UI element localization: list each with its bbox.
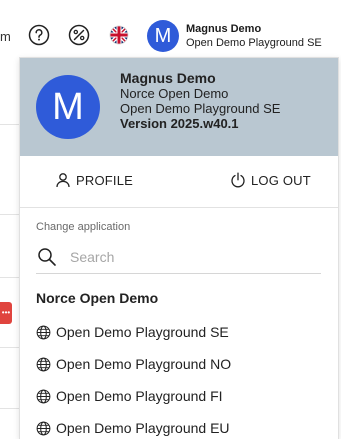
application-item-label: Open Demo Playground FI xyxy=(56,388,223,404)
power-icon xyxy=(231,172,245,188)
application-item[interactable]: Open Demo Playground FI xyxy=(36,380,231,412)
logout-label: LOG OUT xyxy=(251,172,311,188)
globe-icon xyxy=(36,421,51,435)
application-item[interactable]: Open Demo Playground SE xyxy=(36,316,231,348)
search-input[interactable] xyxy=(70,244,310,270)
background-status-chip: ••• xyxy=(0,302,12,324)
globe-icon xyxy=(36,357,51,371)
change-application-label: Change application xyxy=(36,221,131,233)
application-item-label: Open Demo Playground EU xyxy=(56,420,230,436)
application-item[interactable]: Open Demo Playground EU xyxy=(36,412,231,439)
profile-button[interactable]: PROFILE xyxy=(55,172,133,188)
search-icon xyxy=(38,248,56,266)
percent-icon[interactable] xyxy=(68,24,90,46)
panel-user-name: Magnus Demo xyxy=(120,70,216,86)
user-menu-trigger[interactable]: Magnus Demo Open Demo Playground SE xyxy=(186,22,322,50)
user-icon xyxy=(56,173,70,188)
background-divider xyxy=(0,124,20,125)
logout-button[interactable]: LOG OUT xyxy=(230,172,311,188)
truncated-nav-text: m xyxy=(0,29,11,44)
background-divider xyxy=(0,277,20,278)
help-icon[interactable] xyxy=(28,24,50,46)
profile-label: PROFILE xyxy=(76,172,134,188)
panel-actions: PROFILE LOG OUT xyxy=(20,156,338,208)
user-name: Magnus Demo xyxy=(186,23,262,35)
application-item-label: Open Demo Playground SE xyxy=(56,324,229,340)
background-chip-text: ••• xyxy=(1,308,11,317)
panel-avatar: M xyxy=(36,75,100,139)
background-divider xyxy=(0,347,20,348)
panel-user-info: Magnus Demo Norce Open Demo Open Demo Pl… xyxy=(120,70,281,132)
user-company: Open Demo Playground SE xyxy=(186,37,322,49)
panel-organization: Norce Open Demo xyxy=(120,86,229,101)
application-list: Open Demo Playground SE Open Demo Playgr… xyxy=(36,316,231,439)
panel-application: Open Demo Playground SE xyxy=(120,101,281,116)
panel-version: Version 2025.w40.1 xyxy=(120,116,239,131)
panel-header: M Magnus Demo Norce Open Demo Open Demo … xyxy=(20,58,338,156)
application-item-label: Open Demo Playground NO xyxy=(56,356,232,372)
globe-icon xyxy=(36,389,51,403)
uk-flag-icon[interactable] xyxy=(108,24,130,46)
user-avatar[interactable]: M xyxy=(147,20,179,52)
search-box xyxy=(36,242,321,274)
top-bar: m M Magnus Demo Open Demo Playground SE xyxy=(0,0,341,56)
background-divider xyxy=(0,214,20,215)
globe-icon xyxy=(36,325,51,339)
application-group-title: Norce Open Demo xyxy=(36,290,159,306)
application-item[interactable]: Open Demo Playground NO xyxy=(36,348,231,380)
background-divider xyxy=(0,408,20,409)
user-dropdown-panel: M Magnus Demo Norce Open Demo Open Demo … xyxy=(19,57,339,439)
